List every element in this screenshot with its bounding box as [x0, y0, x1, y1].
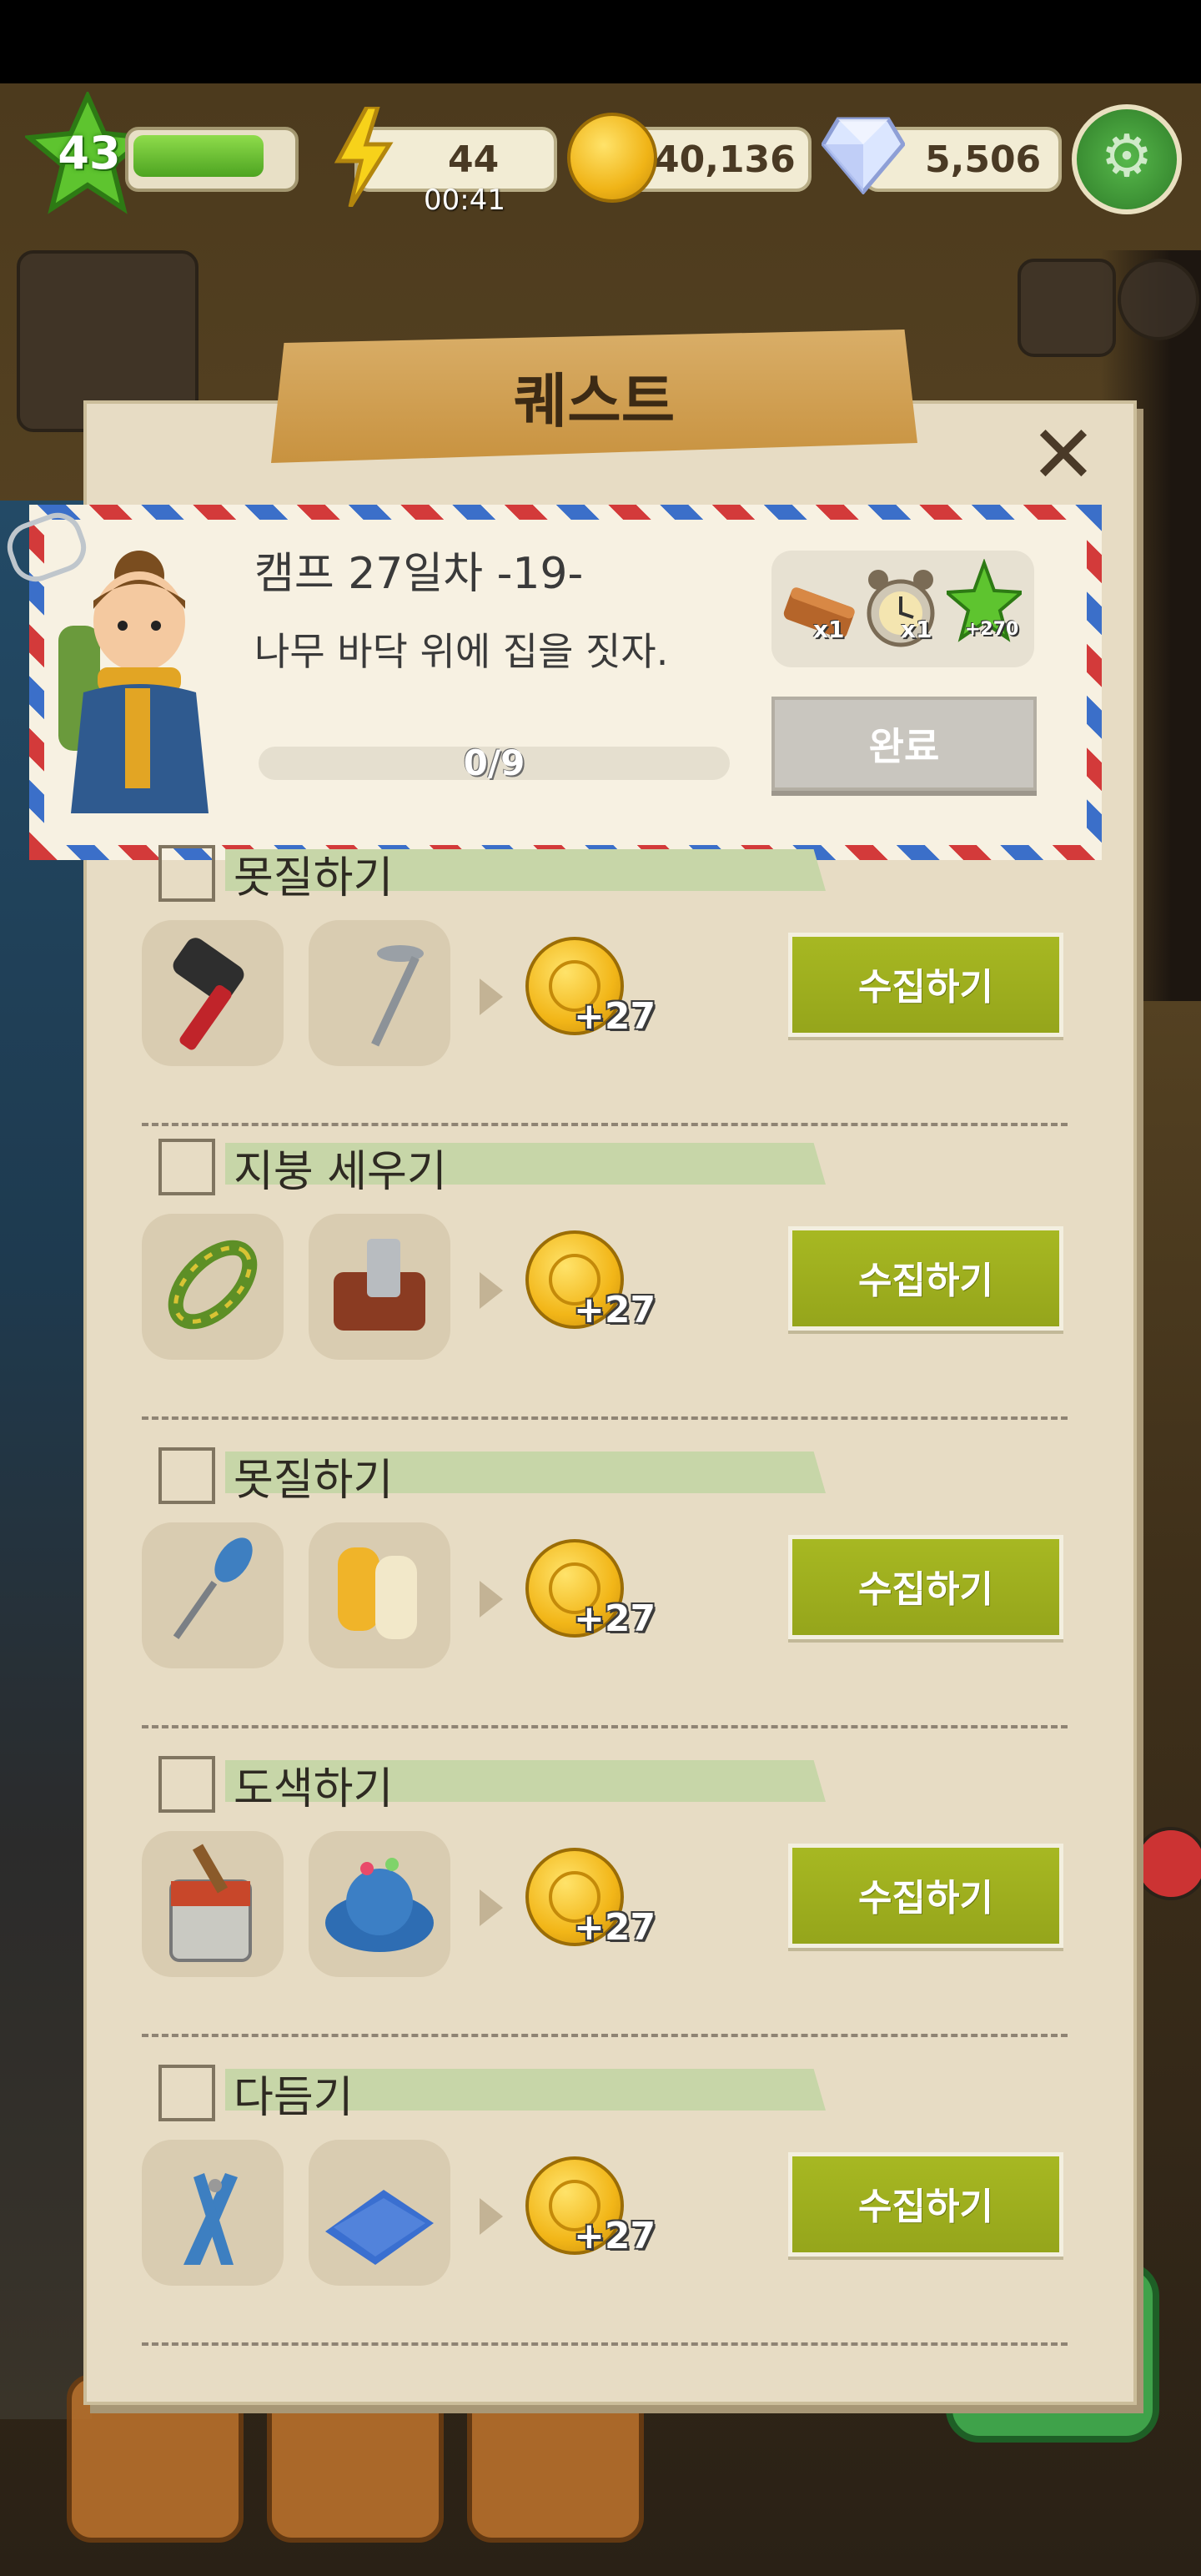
task-name: 지붕 세우기 [234, 1147, 447, 1197]
divider [142, 2034, 1068, 2037]
task-row: 못질하기 +27 수집하기 [142, 841, 1068, 1150]
coin-reward: +27 [574, 1597, 656, 1640]
quest-description: 나무 바닥 위에 집을 짓자. [254, 629, 669, 674]
lightning-icon [334, 107, 394, 207]
reward-box: x1 x1 +270 [771, 551, 1034, 667]
task-name: 못질하기 [234, 853, 394, 903]
top-hud: 43 44 00:41 40,136 5,506 ⚙ [0, 92, 1201, 242]
collect-button[interactable]: 수집하기 [788, 2152, 1063, 2257]
task-name: 못질하기 [234, 1456, 394, 1506]
item-slot[interactable] [309, 920, 450, 1066]
alert-icon[interactable] [1134, 1827, 1201, 1900]
collect-button-label: 수집하기 [858, 1260, 993, 1302]
item-slot[interactable] [309, 1831, 450, 1977]
arrow-icon [480, 1272, 503, 1309]
status-bar [0, 0, 1201, 83]
task-row: 못질하기 +27 수집하기 [142, 1443, 1068, 1752]
collect-button[interactable]: 수집하기 [788, 933, 1063, 1037]
task-header: 못질하기 [150, 1443, 826, 1506]
task-checkbox[interactable] [158, 2065, 215, 2121]
pincushion-icon [325, 1858, 434, 1952]
complete-button[interactable]: 완료 [771, 697, 1037, 791]
task-row: 다듬기 +27 수집하기 [142, 2060, 1068, 2369]
divider [142, 2342, 1068, 2346]
hammer-icon [173, 938, 244, 1050]
task-checkbox[interactable] [158, 1139, 215, 1195]
gem-count: 5,506 [925, 138, 1042, 181]
task-name: 도색하기 [234, 1764, 394, 1814]
collect-button-label: 수집하기 [858, 1568, 993, 1611]
energy-count: 44 [448, 138, 500, 181]
coin-reward: +27 [574, 2215, 656, 2257]
item-slot[interactable] [142, 1522, 284, 1668]
task-checkbox[interactable] [158, 1756, 215, 1813]
collect-button[interactable]: 수집하기 [788, 1844, 1063, 1948]
bottom-toolbar [67, 2374, 901, 2543]
item-slot[interactable] [309, 1214, 450, 1360]
divider [142, 1416, 1068, 1420]
nail-icon [371, 945, 424, 1047]
task-row: 지붕 세우기 +27 수집하기 [142, 1135, 1068, 1443]
edit-icon[interactable] [1118, 259, 1199, 340]
close-button[interactable]: ✕ [1026, 415, 1101, 495]
settings-button[interactable]: ⚙ [1072, 104, 1182, 214]
collect-button-label: 수집하기 [858, 2186, 993, 2228]
arrow-icon [480, 1581, 503, 1618]
item-slot[interactable] [142, 1214, 284, 1360]
task-name: 다듬기 [234, 2073, 354, 2123]
quest-title: 캠프 27일차 -19- [254, 549, 584, 599]
work-gloves-icon [338, 1547, 417, 1639]
collect-button[interactable]: 수집하기 [788, 1535, 1063, 1639]
reward-count: +270 [965, 619, 1019, 640]
task-checkbox[interactable] [158, 1447, 215, 1504]
awl-icon [173, 1537, 253, 1640]
reward-count: x1 [813, 616, 845, 643]
collect-button-label: 수집하기 [858, 1877, 993, 1919]
task-row: 도색하기 +27 수집하기 [142, 1752, 1068, 2060]
item-slot[interactable] [309, 2140, 450, 2286]
hand-plane-icon [334, 1239, 425, 1331]
gear-icon: ⚙ [1100, 122, 1153, 190]
energy-timer: 00:41 [424, 184, 505, 217]
reward-count: x1 [901, 616, 932, 643]
coin-reward: +27 [574, 1289, 656, 1331]
diamond-icon [822, 117, 905, 194]
item-slot[interactable] [142, 1831, 284, 1977]
cabinet-icon[interactable] [1018, 259, 1116, 357]
item-slot[interactable] [142, 920, 284, 1066]
task-header: 도색하기 [150, 1752, 826, 1814]
arrow-icon [480, 979, 503, 1015]
task-checkbox[interactable] [158, 845, 215, 902]
collect-button[interactable]: 수집하기 [788, 1226, 1063, 1331]
divider [142, 1123, 1068, 1126]
blue-fabric-icon [325, 2190, 434, 2265]
complete-button-label: 완료 [868, 724, 940, 769]
divider [142, 1725, 1068, 1728]
xp-bar [125, 127, 299, 192]
pliers-icon [183, 2173, 238, 2265]
coin-icon [567, 113, 657, 203]
coin-reward: +27 [574, 995, 656, 1038]
task-header: 지붕 세우기 [150, 1135, 826, 1197]
paint-bucket-icon [169, 1844, 252, 1962]
camper-girl-avatar [58, 551, 209, 813]
task-header: 다듬기 [150, 2060, 826, 2123]
arrow-icon [480, 2198, 503, 2235]
collect-button-label: 수집하기 [858, 966, 993, 1009]
rope-icon [168, 1240, 258, 1330]
xp-bar-fill [133, 135, 264, 177]
coin-count: 40,136 [654, 138, 796, 181]
arrow-icon [480, 1889, 503, 1926]
item-slot[interactable] [142, 2140, 284, 2286]
item-slot[interactable] [309, 1522, 450, 1668]
player-level: 43 [58, 127, 121, 179]
coin-reward: +27 [574, 1906, 656, 1949]
panel-title: 퀘스트 [513, 367, 676, 435]
task-header: 못질하기 [150, 841, 826, 903]
quest-progress-text: 0/9 [463, 742, 525, 783]
